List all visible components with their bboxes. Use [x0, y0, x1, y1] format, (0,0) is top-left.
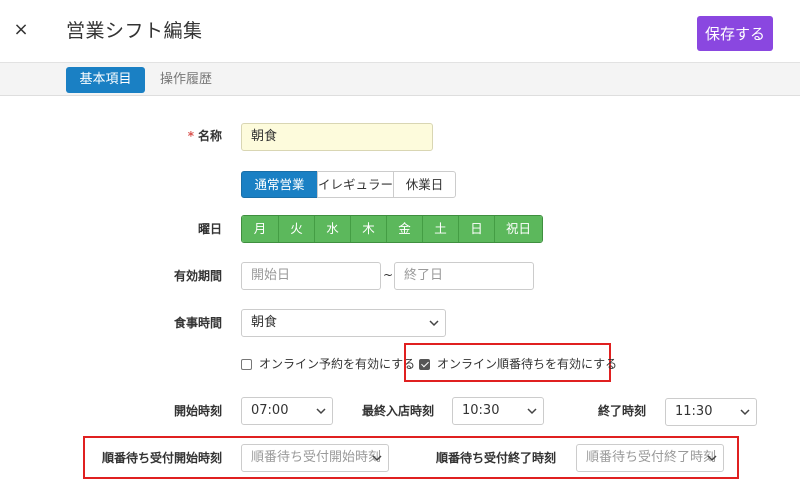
day-sun[interactable]: 日 — [458, 216, 494, 242]
day-thu[interactable]: 木 — [350, 216, 386, 242]
checkbox-icon — [241, 358, 252, 370]
chevron-down-icon — [429, 320, 439, 327]
period-separator: ~ — [383, 268, 394, 282]
chevron-down-icon — [707, 455, 717, 462]
business-type-toggle: 通常営業 イレギュラー 休業日 — [241, 171, 456, 198]
day-mon[interactable]: 月 — [242, 216, 278, 242]
start-time-label: 開始時刻 — [173, 404, 222, 418]
checkbox-checked-icon — [419, 358, 430, 370]
tab-bar: 基本項目 操作履歴 — [0, 62, 800, 96]
day-sat[interactable]: 土 — [422, 216, 458, 242]
page-title: 営業シフト編集 — [66, 20, 203, 42]
meal-time-label: 食事時間 — [173, 316, 222, 330]
queue-end-label: 順番待ち受付終了時刻 — [435, 451, 556, 465]
period-end-input[interactable]: 終了日 — [394, 262, 534, 290]
close-icon[interactable]: × — [12, 18, 30, 42]
end-time-select[interactable]: 11:30 — [665, 398, 757, 426]
queue-start-select[interactable]: 順番待ち受付開始時刻 — [241, 444, 389, 472]
chevron-down-icon — [316, 408, 326, 415]
required-mark: * — [187, 129, 194, 143]
queue-start-label: 順番待ち受付開始時刻 — [101, 451, 222, 465]
chevron-down-icon — [527, 408, 537, 415]
business-type-regular[interactable]: 通常営業 — [241, 171, 318, 198]
day-tue[interactable]: 火 — [278, 216, 314, 242]
tab-operation-history[interactable]: 操作履歴 — [156, 67, 216, 93]
end-time-label: 終了時刻 — [597, 404, 646, 418]
tab-basic-items[interactable]: 基本項目 — [66, 67, 145, 93]
period-label: 有効期間 — [173, 269, 222, 283]
last-entry-time-select[interactable]: 10:30 — [452, 397, 544, 425]
online-queue-checkbox[interactable]: オンライン順番待ちを有効にする — [419, 356, 617, 372]
online-reservation-checkbox[interactable]: オンライン予約を有効にする — [241, 356, 415, 372]
day-holiday[interactable]: 祝日 — [494, 216, 542, 242]
save-button[interactable]: 保存する — [697, 16, 773, 51]
day-wed[interactable]: 水 — [314, 216, 350, 242]
chevron-down-icon — [372, 455, 382, 462]
business-type-holiday[interactable]: 休業日 — [393, 171, 456, 198]
queue-end-select[interactable]: 順番待ち受付終了時刻 — [576, 444, 724, 472]
meal-time-select[interactable]: 朝食 — [241, 309, 446, 337]
modal-header: × 営業シフト編集 保存する — [0, 0, 800, 62]
day-fri[interactable]: 金 — [386, 216, 422, 242]
weekday-label: 曜日 — [197, 222, 222, 236]
name-label: * 名称 — [187, 129, 222, 143]
last-entry-time-label: 最終入店時刻 — [361, 404, 434, 418]
start-time-select[interactable]: 07:00 — [241, 397, 333, 425]
name-input[interactable]: 朝食 — [241, 123, 433, 151]
weekday-selector: 月 火 水 木 金 土 日 祝日 — [241, 215, 543, 243]
business-type-irregular[interactable]: イレギュラー — [317, 171, 394, 198]
period-start-input[interactable]: 開始日 — [241, 262, 381, 290]
chevron-down-icon — [740, 409, 750, 416]
